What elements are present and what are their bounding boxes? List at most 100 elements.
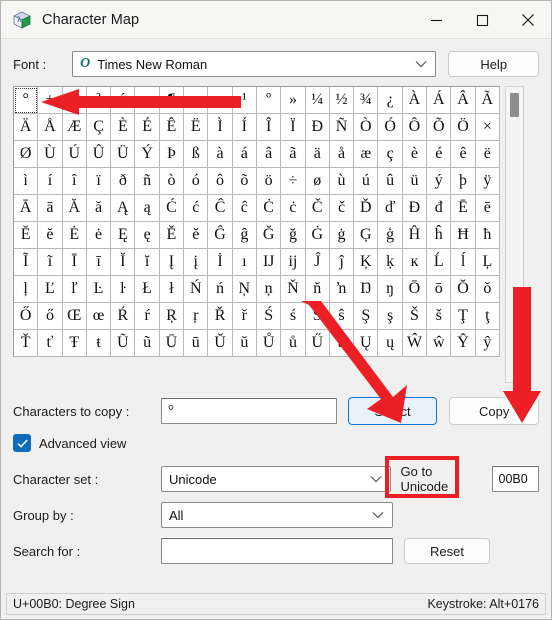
character-cell[interactable]: Ţ [451,303,476,330]
character-cell[interactable]: ù [329,168,355,195]
character-cell[interactable]: ĝ [232,222,257,249]
character-cell[interactable]: Ę [111,222,136,249]
character-cell[interactable]: Ä [14,114,39,141]
character-cell[interactable]: ġ [329,222,355,249]
character-cell[interactable]: Ě [159,222,185,249]
character-cell[interactable]: ü [402,168,428,195]
character-cell[interactable]: ĕ [38,222,63,249]
character-cell[interactable]: ¹ [232,87,257,114]
character-cell[interactable]: î [62,168,87,195]
character-cell[interactable]: ø [305,168,330,195]
character-cell[interactable]: â [256,141,282,168]
character-cell[interactable]: œ [86,303,112,330]
character-cell[interactable]: Ü [111,141,136,168]
grid-scrollbar[interactable] [505,86,524,383]
maximize-icon[interactable] [459,1,505,39]
search-input[interactable] [161,538,393,564]
character-cell[interactable]: ² [62,87,87,114]
character-cell[interactable]: ¼ [305,87,330,114]
character-cell[interactable]: Ĥ [402,222,428,249]
character-cell[interactable]: ý [427,168,452,195]
character-cell[interactable]: Ù [38,141,63,168]
character-cell[interactable]: Ė [62,222,87,249]
character-cell[interactable]: ĸ [402,249,428,276]
character-cell[interactable]: Í [232,114,257,141]
character-cell[interactable]: º [256,87,282,114]
character-cell[interactable]: č [329,195,355,222]
character-cell[interactable]: ũ [135,330,160,357]
character-cell[interactable]: Ú [62,141,87,168]
character-cell[interactable]: Ĕ [14,222,39,249]
character-cell[interactable]: ¾ [354,87,379,114]
character-cell[interactable]: ı [232,249,257,276]
character-cell[interactable]: ð [111,168,136,195]
character-cell[interactable]: à [208,141,233,168]
character-cell[interactable]: Ŕ [111,303,136,330]
character-cell[interactable]: å [329,141,355,168]
character-cell[interactable]: Ŭ [208,330,233,357]
character-cell[interactable]: ä [305,141,330,168]
character-cell[interactable]: Ū [159,330,185,357]
character-cell[interactable]: Ĉ [208,195,233,222]
character-cell[interactable]: Š [402,303,428,330]
character-cell[interactable]: ť [38,330,63,357]
character-cell[interactable]: ú [354,168,379,195]
character-cell[interactable]: Ń [184,276,209,303]
character-cell[interactable]: Ğ [256,222,282,249]
character-cell[interactable]: ą [135,195,160,222]
character-cell[interactable]: ā [38,195,63,222]
character-cell[interactable]: Å [38,114,63,141]
character-cell[interactable]: Ć [159,195,185,222]
character-cell[interactable]: Ň [281,276,306,303]
character-cell[interactable]: ½ [329,87,355,114]
character-cell[interactable]: ì [14,168,39,195]
character-cell[interactable]: ŧ [86,330,112,357]
character-cell[interactable]: Ũ [111,330,136,357]
character-cell[interactable]: Ņ [232,276,257,303]
character-cell[interactable]: Û [86,141,112,168]
character-cell[interactable]: Á [427,87,452,114]
character-cell[interactable]: ō [427,276,452,303]
character-cell[interactable]: Ŧ [62,330,87,357]
character-cell[interactable]: · [184,87,209,114]
character-cell[interactable]: ŝ [329,303,355,330]
advanced-view-checkbox[interactable] [13,434,31,452]
character-cell[interactable]: þ [451,168,476,195]
character-cell[interactable]: ķ [378,249,403,276]
character-cell[interactable]: Đ [402,195,428,222]
character-cell[interactable]: Ĵ [305,249,330,276]
character-cell[interactable]: ţ [475,303,500,330]
character-cell[interactable]: Ó [378,114,403,141]
scrollbar-thumb[interactable] [510,93,519,117]
character-cell[interactable]: ū [184,330,209,357]
character-cell[interactable]: Ħ [451,222,476,249]
character-cell[interactable]: ¿ [378,87,403,114]
character-cell[interactable]: Ō [402,276,428,303]
character-cell[interactable]: ĩ [38,249,63,276]
character-cell[interactable]: ŉ [329,276,355,303]
minimize-icon[interactable] [413,1,459,39]
character-cell[interactable]: Č [305,195,330,222]
character-cell[interactable]: ò [159,168,185,195]
character-cell[interactable]: Ą [111,195,136,222]
character-cell[interactable]: Ŷ [451,330,476,357]
character-cell[interactable]: á [232,141,257,168]
character-cell[interactable]: ċ [281,195,306,222]
character-cell[interactable]: Ê [159,114,185,141]
character-cell[interactable]: Ē [451,195,476,222]
character-cell[interactable]: ř [232,303,257,330]
character-cell[interactable]: ë [475,141,500,168]
character-cell[interactable]: š [427,303,452,330]
character-cell[interactable]: ė [86,222,112,249]
character-cell[interactable]: È [111,114,136,141]
character-cell[interactable]: Ò [354,114,379,141]
character-cell[interactable]: ů [281,330,306,357]
character-cell[interactable]: Ŗ [159,303,185,330]
go-to-unicode-input[interactable]: 00B0 [491,466,539,492]
character-cell[interactable]: ã [281,141,306,168]
characters-to-copy-input[interactable]: ° [161,398,337,424]
character-cell[interactable]: Ķ [354,249,379,276]
select-button[interactable]: Select [347,397,438,425]
character-cell[interactable]: í [38,168,63,195]
character-cell[interactable]: ô [208,168,233,195]
